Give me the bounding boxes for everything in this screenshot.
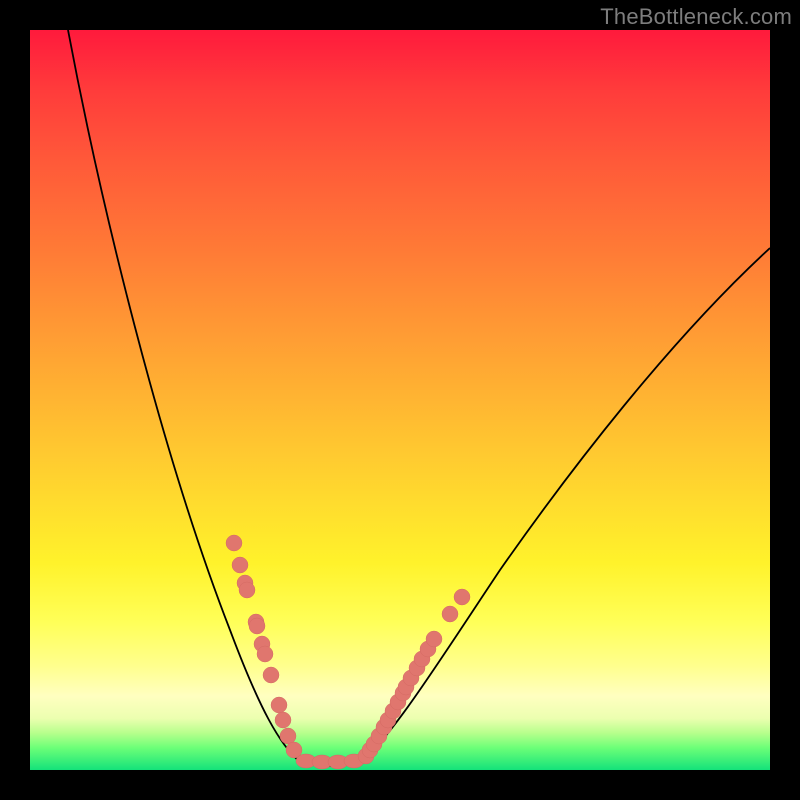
data-point xyxy=(426,631,442,647)
data-point xyxy=(280,728,296,744)
curve-layer xyxy=(30,30,770,770)
plot-area xyxy=(30,30,770,770)
data-point xyxy=(249,618,265,634)
dots-right xyxy=(358,589,470,764)
data-point xyxy=(454,589,470,605)
dots-left xyxy=(226,535,302,758)
data-point xyxy=(263,667,279,683)
watermark-label: TheBottleneck.com xyxy=(600,4,792,30)
data-point xyxy=(271,697,287,713)
data-point xyxy=(257,646,273,662)
data-point xyxy=(275,712,291,728)
data-point xyxy=(232,557,248,573)
data-point xyxy=(226,535,242,551)
data-point xyxy=(442,606,458,622)
data-point xyxy=(239,582,255,598)
chart-frame: TheBottleneck.com xyxy=(0,0,800,800)
